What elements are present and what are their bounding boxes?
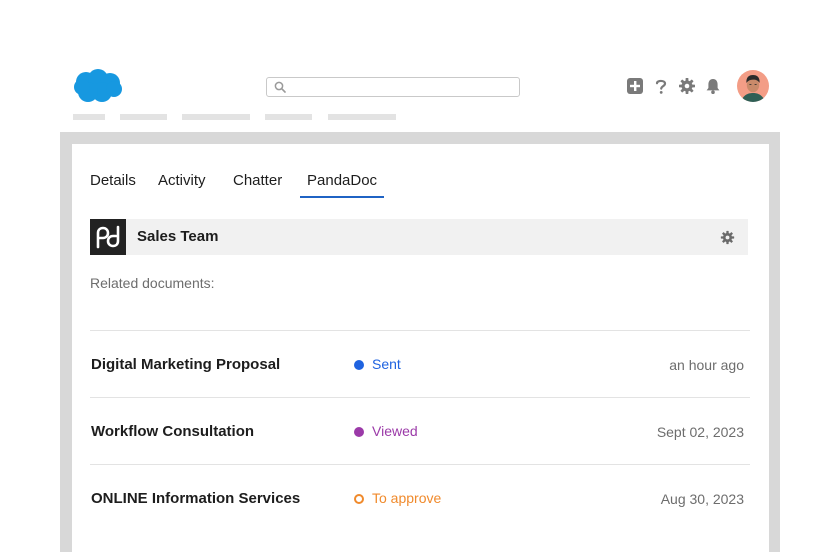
- tab-details[interactable]: Details: [90, 172, 136, 189]
- nav-placeholder-3[interactable]: [182, 114, 250, 120]
- tab-pandadoc[interactable]: PandaDoc: [307, 172, 377, 189]
- search-input[interactable]: [289, 79, 515, 95]
- status-ring-icon: [354, 494, 364, 504]
- search-box[interactable]: [266, 77, 520, 97]
- nav-placeholder-2[interactable]: [120, 114, 167, 120]
- avatar[interactable]: [737, 70, 769, 102]
- document-name[interactable]: Workflow Consultation: [91, 423, 254, 440]
- document-name[interactable]: Digital Marketing Proposal: [91, 356, 280, 373]
- status-badge: Viewed: [354, 423, 418, 439]
- bell-icon[interactable]: [704, 77, 722, 95]
- salesforce-cloud-logo[interactable]: [72, 68, 124, 104]
- nav-placeholder-4[interactable]: [265, 114, 312, 120]
- list-divider: [90, 464, 750, 465]
- nav-placeholder-5[interactable]: [328, 114, 396, 120]
- status-dot-icon: [354, 427, 364, 437]
- status-label: Viewed: [372, 423, 418, 439]
- status-badge: To approve: [354, 490, 441, 506]
- gear-icon[interactable]: [678, 77, 696, 95]
- add-icon[interactable]: [626, 77, 644, 95]
- list-divider: [90, 397, 750, 398]
- active-tab-indicator: [300, 196, 384, 198]
- card-title: Sales Team: [137, 228, 219, 245]
- related-documents-label: Related documents:: [90, 275, 215, 291]
- status-badge: Sent: [354, 356, 401, 372]
- nav-placeholder-1[interactable]: [73, 114, 105, 120]
- document-date: Sept 02, 2023: [656, 424, 744, 440]
- status-dot-icon: [354, 360, 364, 370]
- document-date: an hour ago: [669, 357, 744, 373]
- help-icon[interactable]: [652, 77, 670, 95]
- pandadoc-logo-icon: [90, 219, 126, 255]
- list-divider: [90, 330, 750, 331]
- document-name[interactable]: ONLINE Information Services: [91, 490, 300, 507]
- document-date: Aug 30, 2023: [660, 491, 744, 507]
- tab-activity[interactable]: Activity: [158, 172, 206, 189]
- status-label: Sent: [372, 356, 401, 372]
- tab-chatter[interactable]: Chatter: [233, 172, 282, 189]
- status-label: To approve: [372, 490, 442, 506]
- card-settings-gear-icon[interactable]: [720, 230, 735, 245]
- search-icon: [274, 81, 286, 93]
